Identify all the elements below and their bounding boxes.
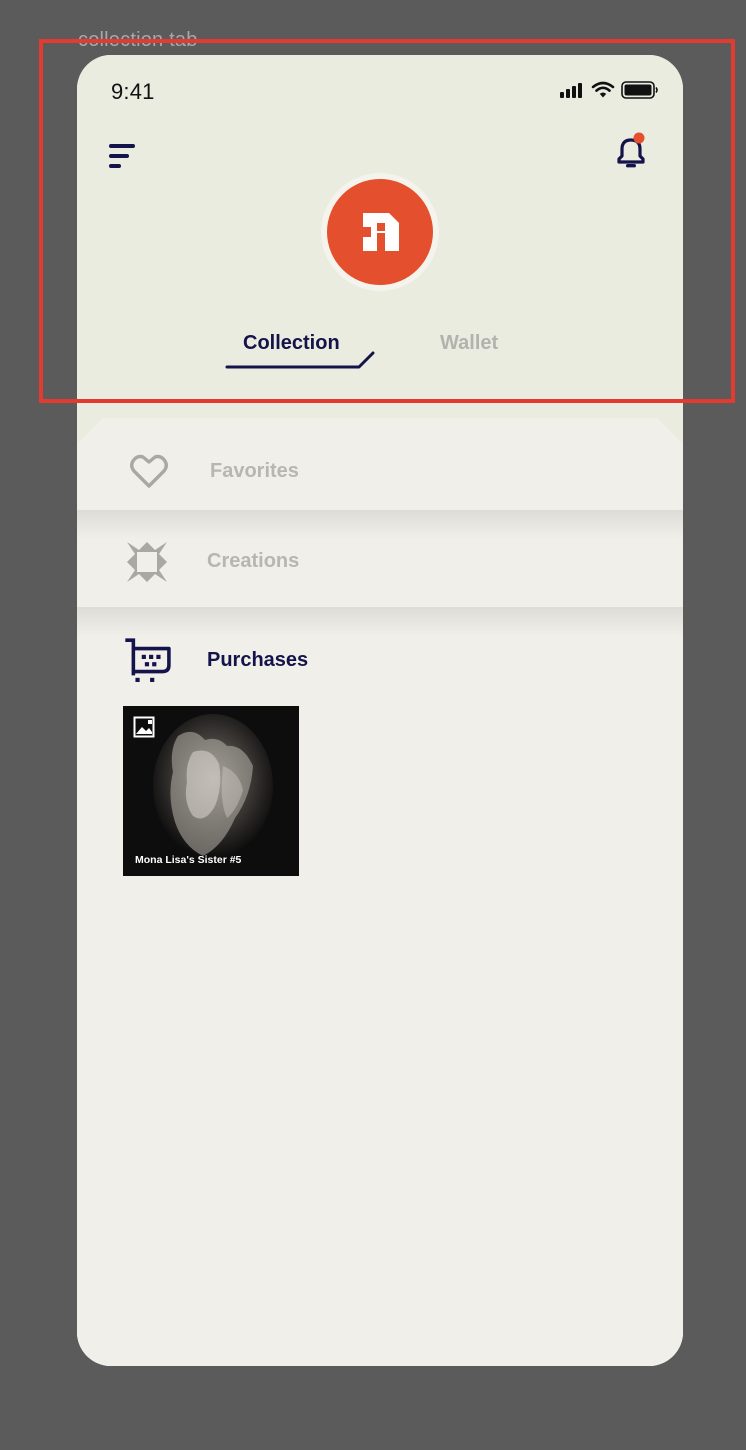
section-purchases-label: Purchases [207,649,309,671]
filter-lines-icon[interactable] [107,141,139,171]
signal-icon [560,83,582,98]
status-icons [559,81,659,99]
nft-title: Mona Lisa's Sister #5 [135,854,242,866]
phone-screen: 9:41 Collection Wallet Favorites Creatio… [77,55,683,1366]
bell-icon [617,132,645,168]
nft-card[interactable]: Mona Lisa's Sister #5 [123,706,299,876]
section-favorites-label: Favorites [210,460,299,482]
starburst-icon [127,542,167,582]
tab-wallet[interactable]: Wallet [440,332,498,355]
section-creations[interactable]: Creations [77,530,683,590]
cart-icon [125,638,171,682]
section-purchases[interactable]: Purchases [77,629,683,689]
notification-bell-button[interactable] [611,131,651,171]
brand-logo-icon [363,213,399,251]
notification-dot [633,132,645,144]
section-favorites[interactable]: Favorites [77,440,683,500]
tab-active-indicator [225,351,375,369]
brand-logo[interactable] [321,173,439,291]
status-time: 9:41 [111,79,155,104]
wifi-icon [591,81,615,98]
heart-icon [130,454,168,488]
section-creations-label: Creations [207,550,300,572]
image-icon [133,716,155,738]
battery-icon [621,81,658,99]
header: 9:41 Collection Wallet [77,55,683,450]
frame-label: collection tab [78,29,198,48]
